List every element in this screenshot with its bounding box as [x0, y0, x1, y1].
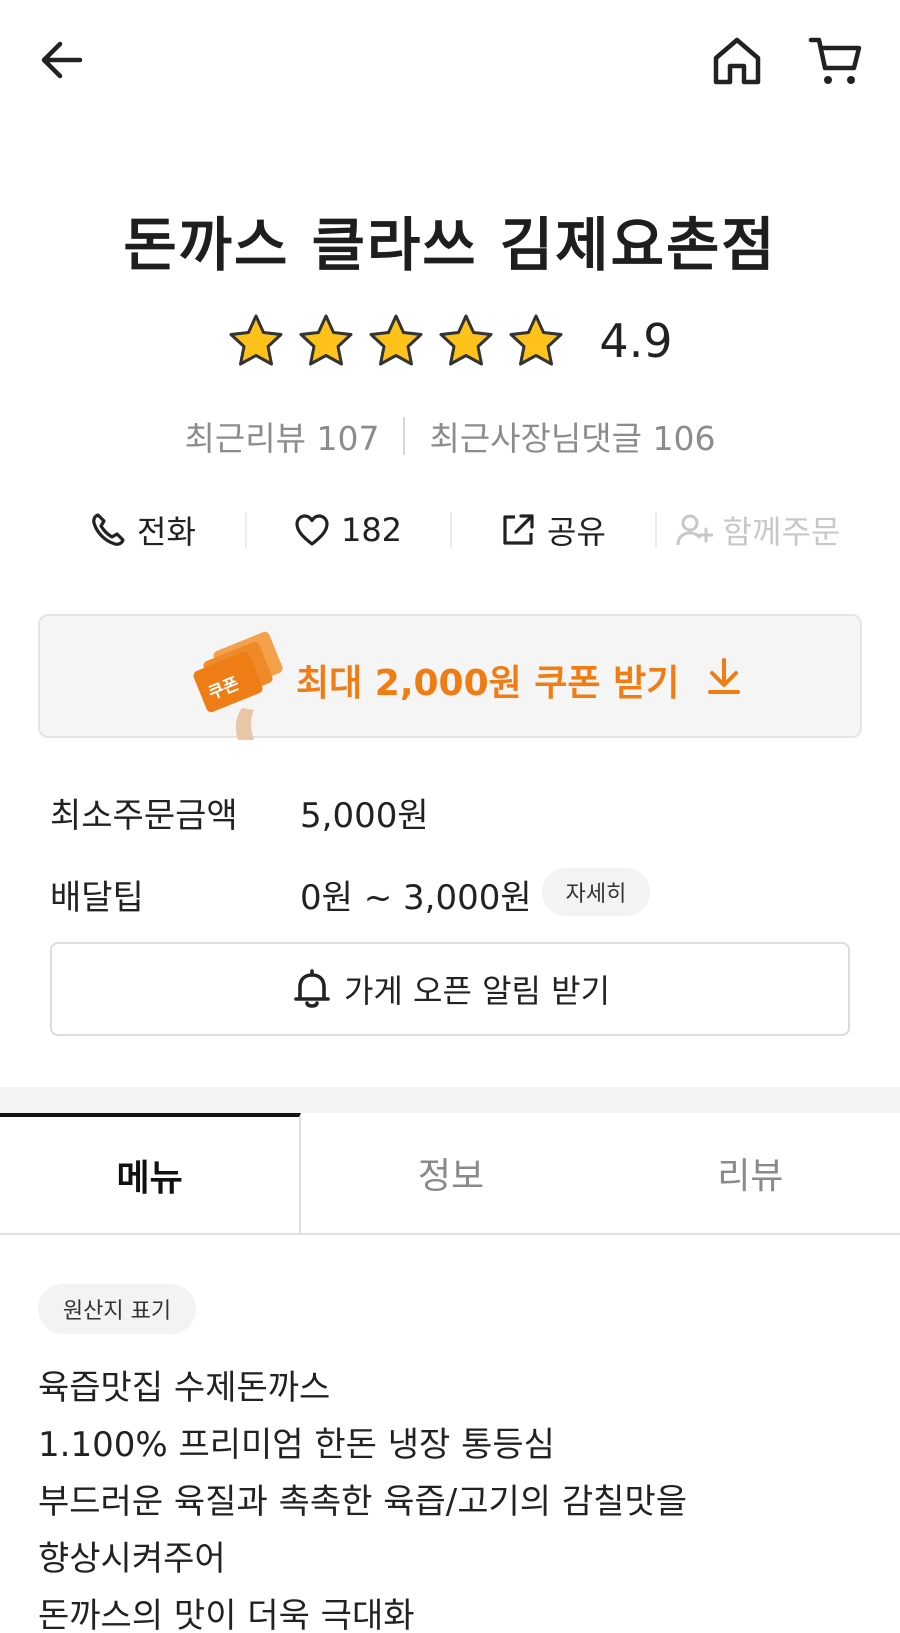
share-button[interactable]: 공유	[450, 498, 655, 562]
cart-button[interactable]	[808, 34, 864, 88]
phone-icon	[92, 513, 125, 546]
arrow-down-icon	[708, 658, 740, 694]
min-order-label: 최소주문금액	[50, 796, 238, 836]
description-line: 육즙맛집 수제돈까스	[38, 1368, 331, 1408]
star-icon	[369, 314, 423, 366]
cart-icon	[808, 37, 862, 84]
review-counts: 최근리뷰 107 최근사장님댓글 106	[0, 412, 900, 460]
divider	[403, 417, 406, 455]
min-order-value: 5,000원	[300, 796, 429, 836]
home-button[interactable]	[710, 34, 764, 88]
tab-info[interactable]: 정보	[301, 1113, 600, 1233]
call-button[interactable]: 전화	[40, 498, 245, 562]
rating-value: 4.9	[599, 314, 673, 368]
origin-label-button[interactable]: 원산지 표기	[38, 1284, 196, 1334]
coupon-banner[interactable]: 쿠폰 최대 2,000원 쿠폰 받기	[38, 614, 862, 740]
bell-icon	[294, 969, 330, 1008]
description-line: 향상시켜주어	[38, 1539, 226, 1579]
alarm-label: 가게 오픈 알림 받기	[343, 972, 611, 1010]
star-icon	[439, 314, 493, 366]
action-bar: 전화 182 공유 함께주문	[40, 498, 860, 562]
share-label: 공유	[547, 513, 606, 551]
star-icon	[229, 314, 283, 366]
top-bar	[0, 0, 900, 125]
delivery-tip-detail-button[interactable]: 자세히	[542, 868, 650, 916]
delivery-tip-value: 0원 ~ 3,000원	[300, 878, 532, 918]
description-line: 1.100% 프리미엄 한돈 냉장 통등심	[38, 1425, 555, 1465]
group-order-label: 함께주문	[722, 513, 841, 551]
coupon-ticket-icon: 쿠폰	[193, 631, 283, 740]
coupon-label: 최대 2,000원 쿠폰 받기	[296, 663, 680, 704]
group-order-button[interactable]: 함께주문	[655, 498, 860, 562]
like-button[interactable]: 182	[245, 498, 450, 562]
share-icon	[503, 514, 534, 545]
description-line: 부드러운 육질과 촉촉한 육즙/고기의 감칠맛을	[38, 1482, 688, 1522]
delivery-tip-label: 배달팁	[50, 878, 144, 918]
recent-owner-replies-link[interactable]: 최근사장님댓글 106	[429, 412, 715, 460]
star-icon	[299, 314, 353, 366]
description-line: 돈까스의 맛이 더욱 극대화	[38, 1596, 415, 1633]
arrow-left-icon	[41, 41, 83, 79]
store-description: 육즙맛집 수제돈까스 1.100% 프리미엄 한돈 냉장 통등심 부드러운 육질…	[38, 1360, 878, 1633]
tab-menu[interactable]: 메뉴	[0, 1113, 302, 1233]
call-label: 전화	[137, 513, 196, 551]
recent-reviews-link[interactable]: 최근리뷰 107	[185, 412, 380, 460]
back-button[interactable]	[36, 34, 88, 86]
tab-reviews[interactable]: 리뷰	[601, 1113, 900, 1233]
section-divider	[0, 1087, 900, 1115]
star-icon	[509, 314, 563, 366]
home-icon	[713, 37, 761, 85]
person-add-icon	[676, 514, 713, 546]
store-open-alarm-button[interactable]: 가게 오픈 알림 받기	[50, 942, 850, 1036]
heart-icon	[295, 514, 329, 546]
tab-bar: 메뉴 정보 리뷰	[0, 1113, 900, 1235]
store-title: 돈까스 클라쓰 김제요촌점	[123, 211, 777, 279]
rating-row: 4.9	[0, 312, 900, 370]
likes-count: 182	[340, 511, 403, 549]
